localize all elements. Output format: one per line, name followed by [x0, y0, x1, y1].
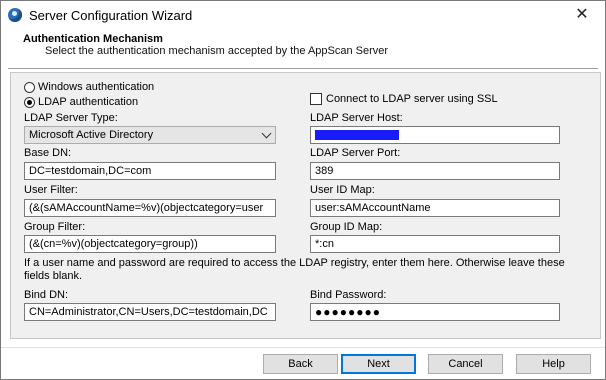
group-filter-input[interactable]: (&(cn=%v)(objectcategory=group))	[24, 235, 276, 253]
ssl-checkbox[interactable]: Connect to LDAP server using SSL	[310, 93, 498, 105]
server-type-value: Microsoft Active Directory	[29, 129, 154, 141]
page-subtitle: Select the authentication mechanism acce…	[45, 45, 389, 57]
windows-auth-radio[interactable]: Windows authentication	[24, 81, 154, 93]
bind-password-label: Bind Password:	[310, 289, 387, 301]
title-bar: Server Configuration Wizard ✕	[1, 1, 605, 31]
bind-info-text: If a user name and password are required…	[24, 257, 565, 282]
radio-dot	[24, 81, 35, 93]
user-id-map-input[interactable]: user:sAMAccountName	[310, 199, 560, 217]
base-dn-label: Base DN:	[24, 147, 72, 159]
cancel-button[interactable]: Cancel	[428, 354, 503, 374]
server-host-label: LDAP Server Host:	[310, 112, 403, 124]
ssl-checkbox-label: Connect to LDAP server using SSL	[326, 93, 498, 105]
checkbox-box	[310, 93, 322, 105]
bind-dn-label: Bind DN:	[24, 289, 69, 301]
server-port-input[interactable]: 389	[310, 162, 560, 180]
header-divider	[8, 68, 598, 69]
chevron-down-icon	[261, 128, 272, 139]
group-filter-label: Group Filter:	[24, 221, 86, 233]
user-id-map-label: User ID Map:	[310, 184, 375, 196]
close-button[interactable]: ✕	[571, 5, 593, 25]
app-icon	[8, 8, 22, 22]
ldap-auth-radio[interactable]: LDAP authentication	[24, 96, 138, 108]
button-divider	[1, 347, 605, 348]
next-button[interactable]: Next	[341, 354, 416, 374]
back-button[interactable]: Back	[263, 354, 338, 374]
server-host-input[interactable]	[310, 126, 560, 144]
server-type-select[interactable]: Microsoft Active Directory	[24, 126, 276, 144]
wizard-header: Authentication Mechanism Select the auth…	[1, 31, 605, 68]
user-filter-label: User Filter:	[24, 184, 78, 196]
windows-auth-label: Windows authentication	[38, 81, 155, 93]
settings-panel: Windows authentication LDAP authenticati…	[10, 72, 601, 339]
bind-dn-input[interactable]: CN=Administrator,CN=Users,DC=testdomain,…	[24, 303, 276, 321]
user-filter-input[interactable]: (&(sAMAccountName=%v)(objectcategory=use…	[24, 199, 276, 217]
redacted-host-value	[315, 129, 399, 140]
ldap-auth-label: LDAP authentication	[38, 96, 139, 108]
help-button[interactable]: Help	[516, 354, 591, 374]
group-id-map-label: Group ID Map:	[310, 221, 383, 233]
server-type-label: LDAP Server Type:	[24, 112, 118, 124]
window-title: Server Configuration Wizard	[29, 8, 193, 23]
server-port-label: LDAP Server Port:	[310, 147, 401, 159]
page-title: Authentication Mechanism	[23, 33, 163, 45]
base-dn-input[interactable]: DC=testdomain,DC=com	[24, 162, 276, 180]
bind-password-input[interactable]: ●●●●●●●●	[310, 303, 560, 321]
radio-dot-selected	[24, 96, 35, 108]
group-id-map-input[interactable]: *:cn	[310, 235, 560, 253]
wizard-window: Server Configuration Wizard ✕ Authentica…	[0, 0, 606, 380]
